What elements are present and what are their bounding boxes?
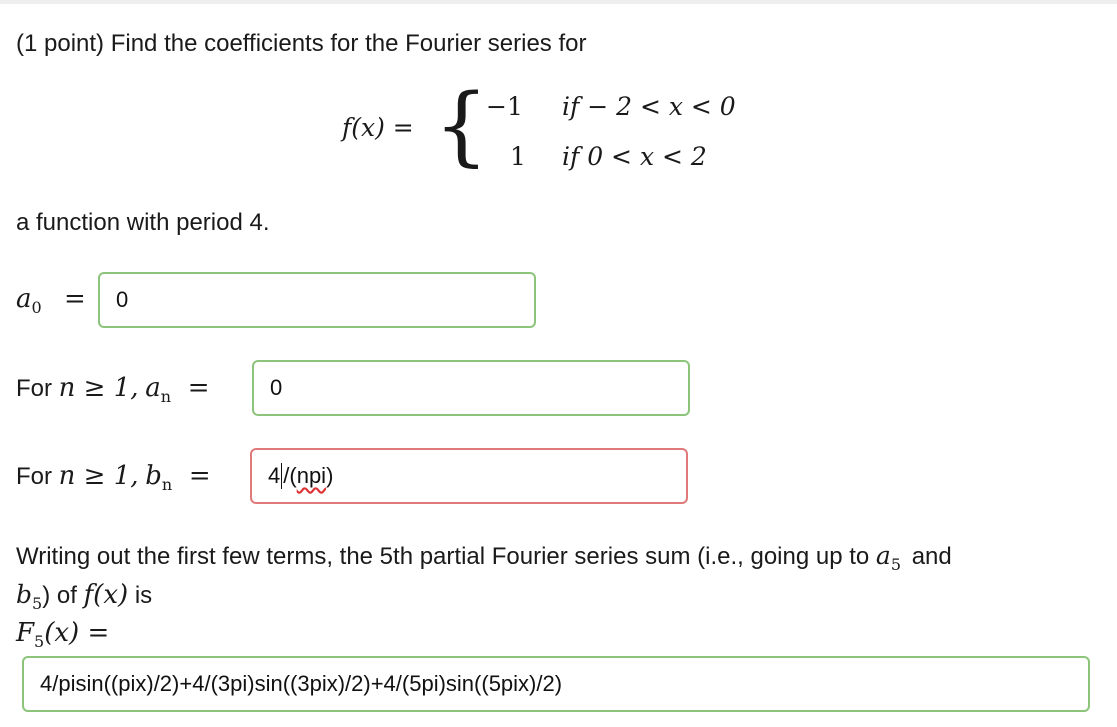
partial-sum-a-sub: 5 (890, 555, 902, 574)
partial-sum-line1: Writing out the first few terms, the 5th… (16, 541, 952, 574)
text-cursor (281, 463, 283, 489)
a0-label-sub: 0 (31, 298, 42, 317)
period-text: a function with period 4. (16, 209, 270, 236)
case1-value: −1 (486, 92, 523, 121)
bn-condition: n ≥ 1, (58, 461, 139, 491)
partial-sum-text: Writing out the first few terms, the 5th… (16, 543, 870, 570)
partial-sum-of: ) of (42, 582, 77, 609)
an-input[interactable]: 0 (252, 360, 690, 416)
a0-input[interactable]: 0 (98, 272, 536, 328)
partial-sum-b-sub: 5 (32, 594, 43, 613)
bn-equals: = (188, 461, 211, 491)
F5-sub: 5 (34, 632, 45, 651)
partial-sum-b-var: b (16, 580, 33, 609)
F5-var: F (16, 618, 35, 648)
bn-input[interactable]: 4/(npi) (250, 448, 688, 504)
an-var-sub: n (160, 387, 172, 406)
bn-input-part2: /( (283, 463, 297, 488)
partial-sum-label: F5(x) = (16, 618, 110, 651)
partial-sum-input-value: 4/pisin((pix)/2)+4/(3pi)sin((3pix)/2)+4/… (40, 671, 563, 696)
case2-value: 1 (510, 142, 526, 171)
an-input-value: 0 (270, 375, 283, 400)
an-label: For n ≥ 1, an = (16, 373, 210, 406)
case2-condition: if 0 < x < 2 (562, 142, 707, 171)
bn-label: For n ≥ 1, bn = (16, 461, 211, 494)
bn-prefix: For (16, 463, 52, 490)
partial-sum-input[interactable]: 4/pisin((pix)/2)+4/(3pi)sin((3pix)/2)+4/… (22, 656, 1090, 712)
partial-sum-is: is (134, 582, 153, 609)
partial-sum-line2: b5) of f(x) is (16, 580, 153, 613)
an-equals: = (187, 373, 210, 403)
bn-var: b (145, 461, 162, 491)
a0-label-var: a (16, 284, 32, 314)
spellcheck-word: npi (296, 463, 327, 488)
problem-intro: (1 point) Find the coefficients for the … (16, 30, 587, 57)
function-lhs: f(x) = (342, 113, 414, 142)
case1-condition: if − 2 < x < 0 (562, 92, 736, 121)
bn-var-sub: n (161, 475, 173, 494)
an-var: a (145, 373, 161, 403)
an-condition: n ≥ 1, (58, 373, 139, 403)
left-brace: { (434, 76, 489, 176)
a0-equals: = (63, 284, 86, 314)
a0-input-value: 0 (116, 287, 129, 312)
top-divider (0, 0, 1117, 4)
an-prefix: For (16, 375, 52, 402)
partial-sum-and: and (911, 543, 952, 570)
a0-label: a0 = (16, 284, 86, 317)
partial-sum-fx: f(x) (83, 580, 129, 610)
partial-sum-a-var: a (875, 541, 891, 570)
bn-input-part1: 4 (268, 463, 281, 488)
F5-rest: (x) = (44, 618, 110, 648)
bn-input-part4: ) (326, 463, 334, 488)
